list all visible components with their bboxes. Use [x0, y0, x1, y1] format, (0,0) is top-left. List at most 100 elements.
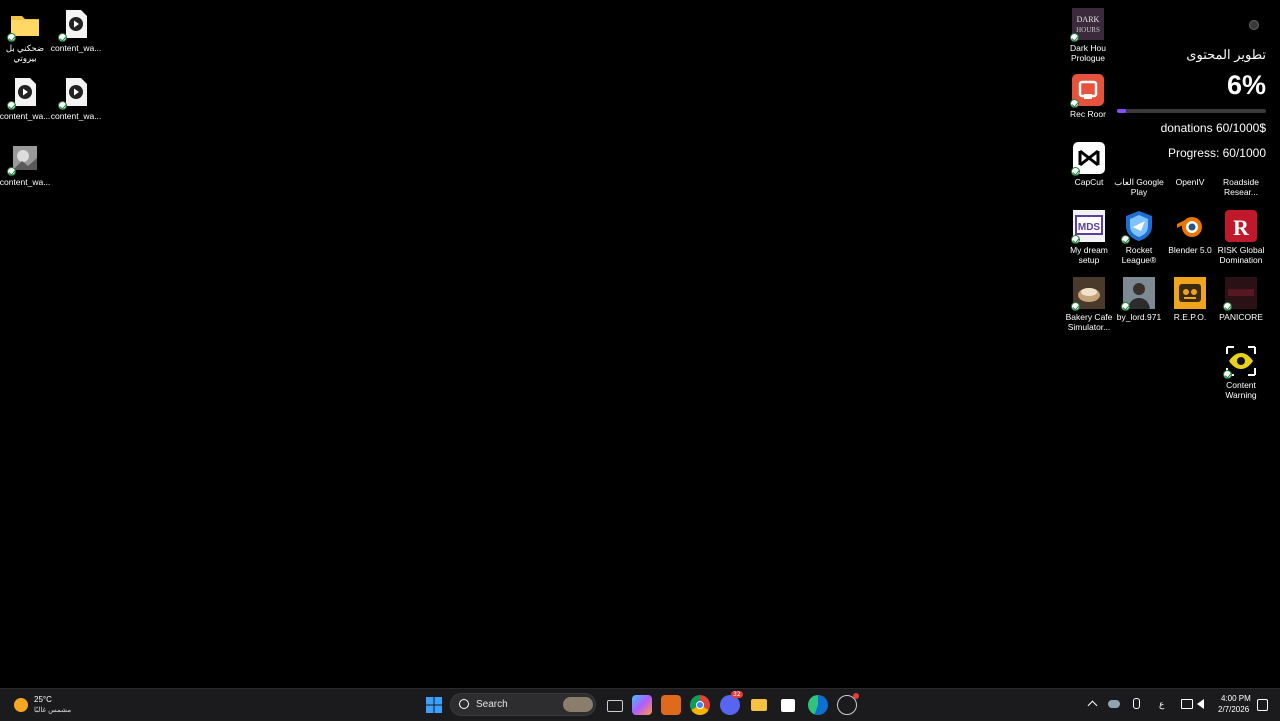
image-file-icon	[7, 142, 41, 176]
sync-status-icon	[58, 33, 67, 42]
discord-badge: 32	[731, 691, 743, 698]
desktop-icon-risk[interactable]: R RISK Global Domination	[1215, 210, 1267, 265]
sync-status-icon	[7, 167, 16, 176]
desktop-icon-label: Roadside Resear...	[1223, 177, 1259, 197]
desktop-icon-label: PANICORE	[1219, 312, 1263, 322]
sync-status-icon	[1121, 235, 1130, 244]
rec-room-icon	[1070, 74, 1104, 108]
app-icon[interactable]	[661, 695, 681, 715]
discord-icon[interactable]: 32	[720, 691, 743, 715]
weather-temp: 25°C	[34, 695, 52, 704]
desktop-icon-google-play-games[interactable]: العاب Google Play	[1113, 142, 1165, 197]
svg-text:R: R	[1233, 215, 1250, 240]
dark-house-icon: DARK HOURS	[1070, 8, 1104, 42]
desktop-icon-label: content_wa...	[50, 111, 102, 121]
tray-overflow-chevron-icon[interactable]	[1087, 700, 1098, 711]
widget-progress-text: Progress: 60/1000	[1167, 146, 1266, 160]
widget-progress-fill	[1117, 109, 1126, 113]
steam-icon[interactable]	[837, 693, 859, 715]
desktop-icon-rec-room[interactable]: Rec Roor	[1062, 74, 1114, 119]
google-play-games-icon	[1123, 142, 1155, 174]
risk-icon: R	[1225, 210, 1257, 242]
widget-close-icon[interactable]	[1249, 20, 1259, 30]
desktop-icon-label: Bakery Cafe Simulator...	[1065, 312, 1113, 332]
desktop-icon-video[interactable]: content_wa...	[50, 8, 102, 53]
desktop-icon-rocket-league[interactable]: Rocket League®	[1113, 210, 1165, 265]
desktop-icon-profile-photo[interactable]: by_lord.971	[1113, 277, 1165, 322]
search-highlight-image	[563, 697, 593, 712]
desktop-icon-video[interactable]: content_wa...	[50, 76, 102, 121]
desktop-icon-label: My dream setup	[1070, 245, 1108, 265]
desktop-icon-repo[interactable]: R.E.P.O.	[1164, 277, 1216, 322]
network-icon[interactable]	[1181, 699, 1193, 709]
file-explorer-icon[interactable]	[749, 695, 769, 715]
panicore-icon	[1223, 277, 1257, 311]
desktop-icon-image[interactable]: content_wa...	[0, 142, 51, 187]
sync-status-icon	[1223, 370, 1232, 379]
notification-icon[interactable]	[1257, 699, 1268, 711]
desktop-icon-panicore[interactable]: PANICORE	[1215, 277, 1267, 322]
desktop-icon-label: Content Warning	[1225, 380, 1257, 400]
widget-donations: donations 60/1000$	[1160, 121, 1266, 135]
desktop-icon-content-warning[interactable]: Content Warning	[1215, 345, 1267, 400]
weather-desc: مشمس غالبًا	[34, 707, 72, 714]
desktop-icon-label: content_wa...	[0, 177, 51, 187]
clock-date[interactable]: 2/7/2026	[1218, 705, 1249, 714]
keyboard-language[interactable]: ع	[1159, 699, 1164, 710]
search-icon	[459, 699, 469, 709]
sync-status-icon	[1071, 235, 1080, 244]
desktop-icon-label: R.E.P.O.	[1173, 312, 1207, 322]
weather-widget[interactable]: 25°C مشمس غالبًا	[12, 694, 92, 716]
desktop-icon-label: by_lord.971	[1116, 312, 1162, 322]
blender-icon	[1174, 210, 1206, 242]
video-file-icon	[58, 8, 92, 42]
desktop-icon-video[interactable]: content_wa...	[0, 76, 51, 121]
desktop-icon-label: Blender 5.0	[1168, 245, 1212, 255]
desktop-icon-bakery-cafe[interactable]: Bakery Cafe Simulator...	[1063, 277, 1115, 332]
desktop-icon-label: Rocket League®	[1121, 245, 1157, 265]
profile-photo-icon	[1121, 277, 1155, 311]
desktop-icon-label: OpenIV	[1175, 177, 1205, 187]
search-placeholder: Search	[476, 699, 508, 710]
sync-status-icon	[58, 101, 67, 110]
widget-percent: 6%	[1226, 70, 1266, 100]
desktop-icon-label: content_wa...	[50, 43, 102, 53]
store-icon[interactable]	[778, 695, 798, 715]
svg-text:DARK: DARK	[1077, 15, 1100, 24]
onedrive-icon[interactable]	[1108, 700, 1120, 708]
edge-icon[interactable]	[808, 695, 828, 715]
sync-status-icon	[1070, 33, 1079, 42]
desktop-icon-my-dream-setup[interactable]: MDS My dream setup	[1063, 210, 1115, 265]
capcut-icon	[1071, 142, 1105, 176]
desktop-icon-label: content_wa...	[0, 111, 51, 121]
clock-time[interactable]: 4:00 PM	[1221, 694, 1251, 703]
desktop-icon-label: CapCut	[1074, 177, 1104, 187]
folder-icon	[7, 8, 41, 42]
repo-icon	[1174, 277, 1206, 309]
start-icon[interactable]	[424, 695, 444, 715]
video-file-icon	[58, 76, 92, 110]
my-dream-setup-icon: MDS	[1071, 210, 1105, 244]
sync-status-icon	[1121, 302, 1130, 311]
sync-status-icon	[1070, 99, 1079, 108]
desktop-icon-folder[interactable]: ضحكني بل بيروتي	[0, 8, 51, 63]
microphone-icon[interactable]	[1133, 698, 1140, 709]
desktop-icon-capcut[interactable]: CapCut	[1063, 142, 1115, 187]
desktop-icon-label: Dark Hou Prologue	[1070, 43, 1106, 63]
sync-status-icon	[7, 101, 16, 110]
widget-title: تطوير المحتوى	[1186, 47, 1266, 62]
taskbar-search-box[interactable]: Search	[450, 693, 596, 716]
sync-status-icon	[1071, 167, 1080, 176]
copilot-icon[interactable]	[632, 695, 652, 715]
task-view-icon[interactable]	[604, 695, 624, 715]
desktop-icon-blender[interactable]: Blender 5.0	[1164, 210, 1216, 255]
desktop-icon-dark-house[interactable]: DARK HOURS Dark Hou Prologue	[1062, 8, 1114, 63]
svg-text:MDS: MDS	[1078, 222, 1101, 233]
desktop-icon-label: العاب Google Play	[1114, 177, 1164, 197]
chrome-icon[interactable]	[690, 695, 710, 715]
volume-icon[interactable]	[1197, 699, 1204, 709]
desktop-icon-label: ضحكني بل بيروتي	[5, 43, 45, 63]
content-warning-icon	[1223, 345, 1257, 379]
bakery-cafe-icon	[1071, 277, 1105, 311]
desktop-icon-label: RISK Global Domination	[1217, 245, 1265, 265]
